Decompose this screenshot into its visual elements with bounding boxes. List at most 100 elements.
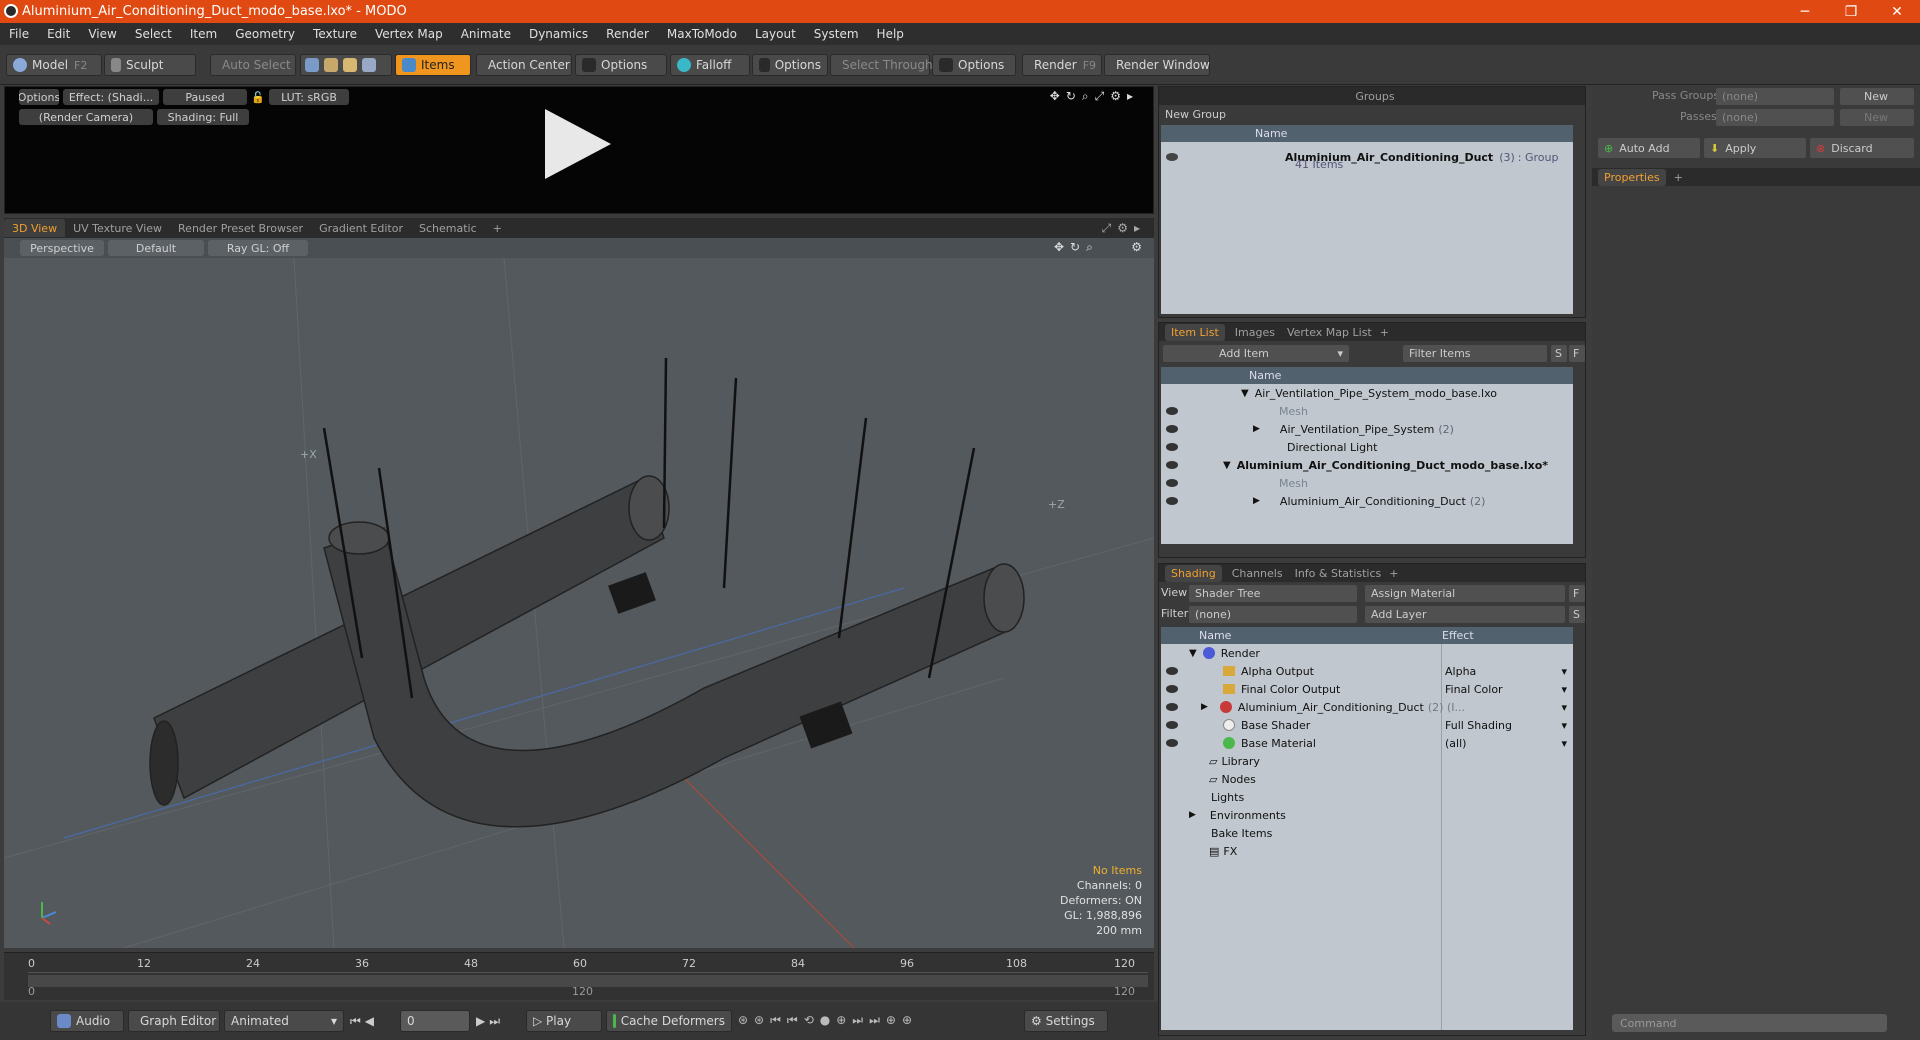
assign-material-dropdown[interactable]: Assign Material [1365,585,1565,602]
settings-button[interactable]: ⚙ Settings [1024,1010,1108,1032]
key-tools-icons[interactable]: ⊛⊛⏮⏮⟲●⊕⏭⏭⊕⊕ [738,1013,918,1028]
shader-tree[interactable]: ▼ Render Alpha Output Alpha ▾ Final Color O… [1161,644,1573,1030]
tab-channels[interactable]: Channels [1232,567,1283,580]
new-group-button[interactable]: New Group [1159,106,1239,123]
preview-nav-icons[interactable]: ✥↻⌕⤢⚙▸ [1050,89,1139,104]
discard-button[interactable]: ⊗ Discard [1810,138,1914,158]
default-dropdown[interactable]: Default [108,240,204,256]
shader-effect[interactable]: Alpha [1445,665,1476,678]
3d-viewport[interactable]: Perspective Default Ray GL: Off ✥↻⌕ ⚙ +X… [4,238,1154,948]
tab-add[interactable]: + [1389,567,1398,580]
menu-animate[interactable]: Animate [452,27,520,41]
preview-effect-dropdown[interactable]: Effect: (Shadi... [63,89,159,105]
shader-row[interactable]: Lights [1161,788,1573,806]
shader-row[interactable]: Alpha Output Alpha ▾ [1161,662,1573,680]
select-through-options-button[interactable]: Options [932,54,1016,76]
menu-edit[interactable]: Edit [38,27,79,41]
visibility-icon[interactable] [1166,425,1178,433]
play-preview-icon[interactable] [545,109,611,179]
add-layer-dropdown[interactable]: Add Layer [1365,606,1565,623]
sculpt-mode-button[interactable]: Sculpt [104,54,196,76]
timeline[interactable]: 0 12 24 36 48 60 72 84 96 108 120 0 120 … [4,952,1154,1000]
viewport-tab-controls[interactable]: ⤢⚙▸ [1102,221,1146,236]
tab-uv-texture-view[interactable]: UV Texture View [65,219,170,237]
select-through-button[interactable]: Select Through [830,54,933,76]
timeline-ruler[interactable] [28,955,1148,973]
visibility-icon[interactable] [1166,739,1178,747]
list-item[interactable]: Directional Light [1161,438,1573,456]
command-input[interactable]: Command [1612,1014,1887,1032]
list-item[interactable]: Mesh [1161,474,1573,492]
menu-geometry[interactable]: Geometry [226,27,304,41]
shader-row[interactable]: Bake Items [1161,824,1573,842]
tab-3d-view[interactable]: 3D View [4,219,66,237]
shader-row[interactable]: Final Color Output Final Color ▾ [1161,680,1573,698]
viewport-nav-icons[interactable]: ✥↻⌕ [1054,240,1099,255]
chevron-down-icon[interactable]: ▼ [1189,648,1197,659]
menu-texture[interactable]: Texture [304,27,366,41]
tab-info-statistics[interactable]: Info & Statistics [1295,567,1382,580]
auto-select-button[interactable]: Auto Select [210,54,296,76]
tab-images[interactable]: Images [1235,326,1275,339]
edges-icon[interactable] [324,58,338,72]
menu-file[interactable]: File [0,27,38,41]
tab-shading[interactable]: Shading [1165,564,1222,582]
frame-input[interactable]: 0 [400,1010,470,1032]
menu-system[interactable]: System [805,27,868,41]
visibility-icon[interactable] [1166,443,1178,451]
chevron-down-icon[interactable]: ▾ [1561,719,1567,732]
rewind-controls[interactable]: ⏮◀ [350,1014,378,1029]
chevron-right-icon[interactable]: ▶ [1253,496,1260,506]
list-item[interactable]: ▼ Aluminium_Air_Conditioning_Duct_modo_ba… [1161,456,1573,474]
visibility-icon[interactable] [1166,721,1178,729]
auto-add-button[interactable]: ⊕ Auto Add [1598,138,1700,158]
tab-add[interactable]: + [1380,326,1389,339]
audio-button[interactable]: Audio [50,1010,124,1032]
tab-add[interactable]: + [485,219,510,237]
tab-render-preset-browser[interactable]: Render Preset Browser [170,219,311,237]
chevron-down-icon[interactable]: ▼ [1223,460,1231,471]
action-center-options-button[interactable]: Options [575,54,667,76]
shader-effect[interactable]: Full Shading [1445,719,1512,732]
pass-groups-dropdown[interactable]: (none) [1716,88,1834,105]
list-item[interactable]: Mesh [1161,402,1573,420]
falloff-options-button[interactable]: Options [752,54,828,76]
render-window-button[interactable]: Render Window [1104,54,1210,76]
lock-icon[interactable]: 🔓 [251,89,265,105]
chevron-down-icon[interactable]: ▾ [1561,737,1567,750]
chevron-right-icon[interactable]: ▶ [1189,810,1196,820]
visibility-icon[interactable] [1166,685,1178,693]
menu-item[interactable]: Item [181,27,226,41]
menu-vertex-map[interactable]: Vertex Map [366,27,452,41]
filter-f-button[interactable]: F [1569,345,1585,362]
perspective-dropdown[interactable]: Perspective [20,240,104,256]
chevron-right-icon[interactable]: ▶ [1201,702,1208,712]
minimize-icon[interactable]: ─ [1782,0,1828,23]
play-button[interactable]: ▷ Play [526,1010,602,1032]
visibility-icon[interactable] [1166,497,1178,505]
groups-list[interactable]: Aluminium_Air_Conditioning_Duct (3) : Gr… [1161,142,1573,314]
visibility-icon[interactable] [1166,461,1178,469]
menu-help[interactable]: Help [868,27,913,41]
shader-row[interactable]: ▤ FX [1161,842,1573,860]
camera-dropdown[interactable]: (Render Camera) [19,109,153,125]
chevron-down-icon[interactable]: ▾ [1561,665,1567,678]
menu-dynamics[interactable]: Dynamics [520,27,597,41]
view-dropdown[interactable]: Shader Tree [1189,585,1357,602]
shader-row[interactable]: ▼ Render [1161,644,1573,662]
shader-row[interactable]: ▶ Environments [1161,806,1573,824]
shader-effect[interactable]: (all) [1445,737,1466,750]
shader-row[interactable]: ▶ Aluminium_Air_Conditioning_Duct (2) (I..… [1161,698,1573,716]
list-item[interactable]: ▶ Air_Ventilation_Pipe_System (2) [1161,420,1573,438]
tab-vertex-map-list[interactable]: Vertex Map List [1287,326,1372,339]
apply-button[interactable]: ⬇ Apply [1704,138,1806,158]
shader-row[interactable]: ▱ Nodes [1161,770,1573,788]
shading-s-button[interactable]: S [1569,606,1585,623]
tab-item-list[interactable]: Item List [1165,323,1225,341]
chevron-right-icon[interactable]: ▶ [1253,424,1260,434]
group-row[interactable]: Aluminium_Air_Conditioning_Duct (3) : Gr… [1161,142,1573,172]
shader-row[interactable]: ▱ Library [1161,752,1573,770]
forward-controls[interactable]: ▶⏭ [476,1014,504,1029]
passes-dropdown[interactable]: (none) [1716,109,1834,126]
visibility-icon[interactable] [1166,479,1178,487]
